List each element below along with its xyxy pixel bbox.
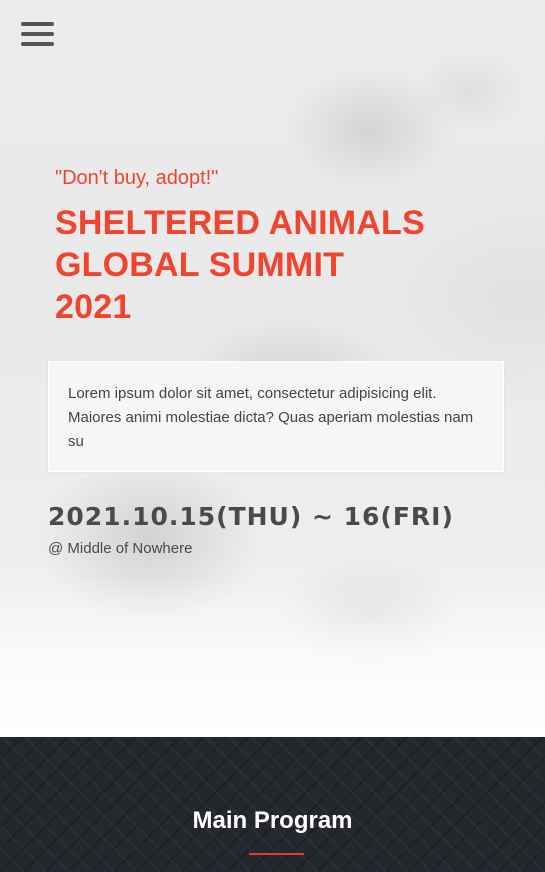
menu-bar bbox=[21, 22, 54, 26]
intro-text: Lorem ipsum dolor sit amet, consectetur … bbox=[68, 385, 474, 450]
slogan: "Don't buy, adopt!" bbox=[55, 167, 219, 189]
event-date: 2021.10.15(THU) ~ 16(FRI) bbox=[48, 502, 454, 531]
main-program-section: Main Program bbox=[0, 737, 545, 872]
event-title: SHELTERED ANIMALS GLOBAL SUMMIT 2021 bbox=[55, 204, 425, 326]
menu-bar bbox=[21, 32, 54, 36]
event-location: @ Middle of Nowhere bbox=[48, 540, 193, 557]
title-underline bbox=[249, 853, 304, 855]
hamburger-menu-icon[interactable] bbox=[21, 22, 54, 47]
intro-box: Lorem ipsum dolor sit amet, consectetur … bbox=[48, 361, 504, 472]
section-title: Main Program bbox=[192, 807, 353, 834]
menu-bar bbox=[21, 42, 54, 46]
page: "Don't buy, adopt!" SHELTERED ANIMALS GL… bbox=[0, 0, 545, 872]
hero-section: "Don't buy, adopt!" SHELTERED ANIMALS GL… bbox=[0, 0, 545, 737]
